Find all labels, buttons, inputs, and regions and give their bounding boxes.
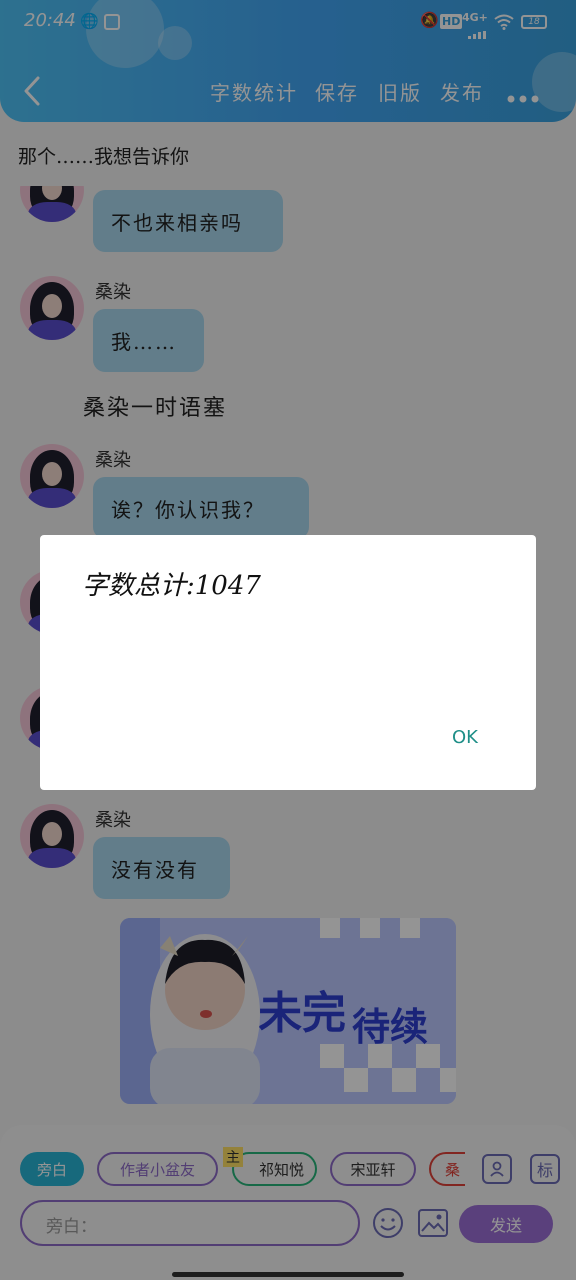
dialog-message: 字数总计:1047 (82, 571, 261, 601)
word-count-dialog: 字数总计:1047 OK (40, 535, 536, 790)
ok-button[interactable]: OK (452, 727, 478, 748)
